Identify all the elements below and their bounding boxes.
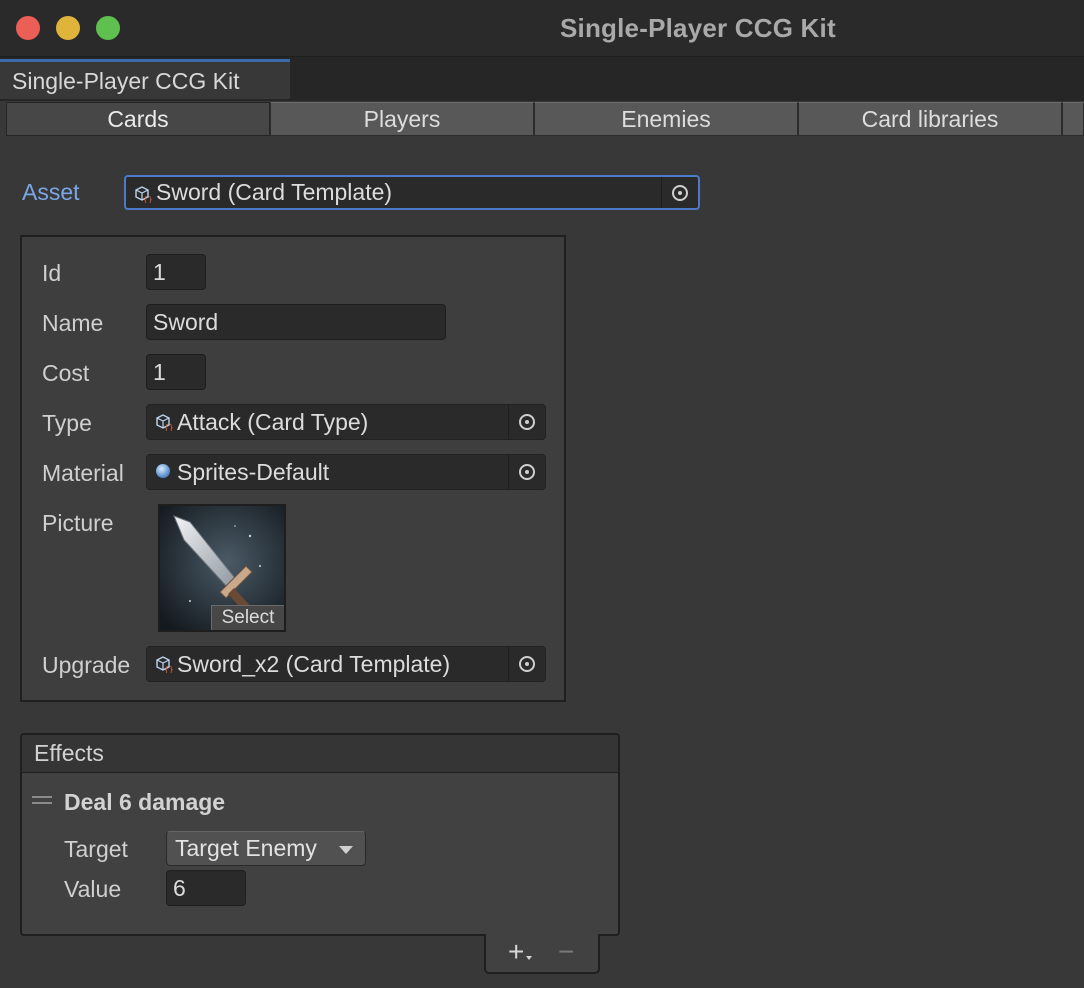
cost-label: Cost bbox=[42, 360, 90, 386]
window-tab[interactable]: Single-Player CCG Kit bbox=[0, 59, 290, 99]
svg-text:{}: {} bbox=[164, 665, 173, 673]
target-icon bbox=[519, 414, 535, 430]
type-label: Type bbox=[42, 410, 92, 436]
name-field[interactable]: Sword bbox=[146, 304, 446, 340]
list-footer: + − bbox=[484, 934, 600, 974]
object-picker-button[interactable] bbox=[508, 405, 545, 439]
remove-effect-button[interactable]: − bbox=[558, 936, 574, 968]
material-object-field[interactable]: Sprites-Default bbox=[146, 454, 546, 490]
target-icon bbox=[519, 464, 535, 480]
object-picker-button[interactable] bbox=[508, 647, 545, 681]
asset-value: Sword (Card Template) bbox=[156, 179, 393, 205]
effect-name: Deal 6 damage bbox=[64, 789, 226, 815]
select-picture-button[interactable]: Select bbox=[211, 605, 284, 630]
asset-object-field[interactable]: {} Sword (Card Template) bbox=[124, 175, 700, 210]
object-picker-button[interactable] bbox=[508, 455, 545, 489]
name-label: Name bbox=[42, 310, 104, 336]
drag-handle-icon[interactable] bbox=[32, 796, 52, 806]
section-toolbar: Cards Players Enemies Card libraries bbox=[6, 102, 1084, 138]
tab-overflow[interactable] bbox=[1062, 102, 1084, 136]
picture-label: Picture bbox=[42, 510, 114, 536]
type-object-field[interactable]: {} Attack (Card Type) bbox=[146, 404, 546, 440]
cost-field[interactable]: 1 bbox=[146, 354, 206, 390]
upgrade-object-field[interactable]: {} Sword_x2 (Card Template) bbox=[146, 646, 546, 682]
chevron-down-icon bbox=[339, 846, 353, 854]
material-label: Material bbox=[42, 460, 124, 486]
object-picker-button[interactable] bbox=[661, 177, 698, 208]
target-icon bbox=[672, 184, 688, 201]
id-label: Id bbox=[42, 260, 62, 286]
scriptable-object-icon: {} bbox=[156, 414, 173, 431]
upgrade-value: Sword_x2 (Card Template) bbox=[177, 650, 451, 677]
material-sphere-icon bbox=[156, 464, 170, 478]
target-icon bbox=[519, 656, 535, 672]
scriptable-object-icon: {} bbox=[156, 656, 173, 673]
tab-players[interactable]: Players bbox=[270, 102, 534, 136]
upgrade-label: Upgrade bbox=[42, 652, 131, 678]
minimize-window-button[interactable] bbox=[56, 16, 80, 40]
tab-enemies[interactable]: Enemies bbox=[534, 102, 798, 136]
target-label: Target bbox=[64, 836, 128, 862]
asset-label: Asset bbox=[22, 179, 80, 205]
maximize-window-button[interactable] bbox=[96, 16, 120, 40]
tab-cards[interactable]: Cards bbox=[6, 102, 270, 136]
add-effect-button[interactable]: + bbox=[508, 936, 524, 968]
id-field[interactable]: 1 bbox=[146, 254, 206, 290]
target-dropdown[interactable]: Target Enemy bbox=[166, 831, 366, 866]
window-title: Single-Player CCG Kit bbox=[560, 13, 836, 43]
effects-header: Effects bbox=[22, 735, 618, 773]
type-value: Attack (Card Type) bbox=[177, 408, 369, 435]
tab-card-libraries[interactable]: Card libraries bbox=[798, 102, 1062, 136]
target-dropdown-value: Target Enemy bbox=[175, 835, 317, 861]
scriptable-object-icon: {} bbox=[135, 186, 152, 203]
picture-field[interactable]: Select bbox=[158, 504, 286, 632]
add-dropdown-arrow-icon bbox=[526, 956, 532, 960]
value-label: Value bbox=[64, 876, 122, 902]
svg-text:{}: {} bbox=[143, 195, 152, 203]
svg-text:{}: {} bbox=[164, 423, 173, 431]
close-window-button[interactable] bbox=[16, 16, 40, 40]
material-value: Sprites-Default bbox=[177, 458, 330, 485]
value-field[interactable]: 6 bbox=[166, 870, 246, 906]
